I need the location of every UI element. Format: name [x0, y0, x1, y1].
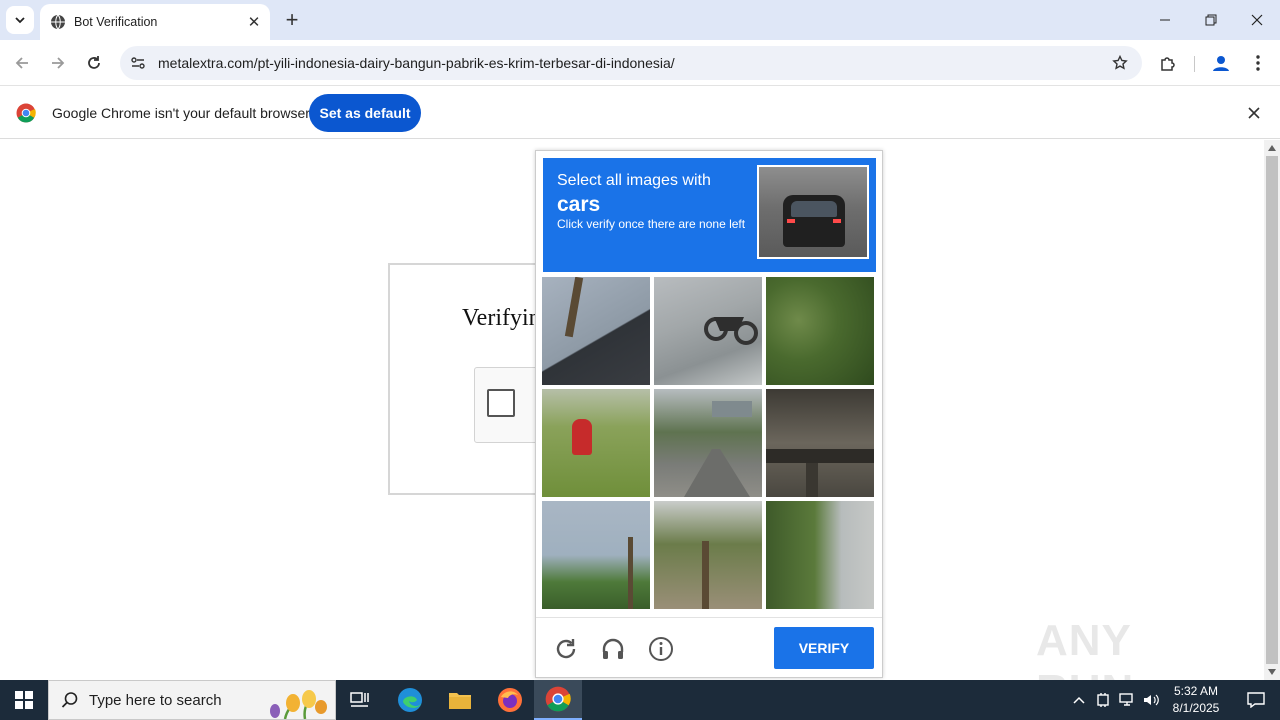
address-bar[interactable]: metalextra.com/pt-yili-indonesia-dairy-b…: [120, 46, 1142, 80]
captcha-tile-6[interactable]: [766, 389, 874, 497]
captcha-footer: VERIFY: [536, 617, 882, 677]
tab-title: Bot Verification: [74, 15, 158, 29]
info-icon[interactable]: [647, 635, 675, 663]
tulip-flowers-icon: [270, 690, 327, 719]
browser-toolbar: metalextra.com/pt-yili-indonesia-dairy-b…: [0, 40, 1280, 86]
notification-center-icon[interactable]: [1232, 680, 1280, 720]
network-icon[interactable]: [1116, 680, 1138, 720]
captcha-challenge: Select all images with cars Click verify…: [535, 150, 883, 678]
captcha-instruction: Select all images with: [557, 172, 711, 189]
tab-close-icon[interactable]: ✕: [244, 12, 264, 32]
volume-icon[interactable]: [1140, 680, 1162, 720]
tray-chevron-up-icon[interactable]: [1068, 680, 1090, 720]
verification-title: Verifyin: [462, 305, 541, 331]
scroll-down-arrow-icon[interactable]: [1264, 666, 1280, 678]
headphones-icon[interactable]: [599, 635, 627, 663]
scroll-thumb[interactable]: [1266, 156, 1278, 664]
page-scrollbar[interactable]: [1264, 140, 1280, 680]
tab-bot-verification[interactable]: Bot Verification ✕: [40, 4, 270, 40]
taskbar-search-box[interactable]: Type here to search: [48, 680, 336, 720]
captcha-hint: Click verify once there are none left: [557, 217, 746, 231]
verify-button[interactable]: VERIFY: [774, 627, 874, 669]
captcha-tile-5[interactable]: [654, 389, 762, 497]
infobar-close-icon[interactable]: [1242, 101, 1266, 125]
taskbar-clock[interactable]: 5:32 AM 8/1/2025: [1160, 683, 1232, 719]
globe-icon: [51, 14, 65, 30]
profile-avatar-icon[interactable]: [1207, 49, 1235, 77]
restore-icon[interactable]: [1188, 0, 1234, 40]
chrome-logo-icon: [16, 103, 36, 123]
captcha-checkbox[interactable]: [487, 389, 515, 417]
captcha-sample-car-image: [757, 165, 869, 259]
captcha-prompt: Select all images with cars Click verify…: [543, 158, 876, 272]
kebab-menu-icon[interactable]: [1244, 49, 1272, 77]
forward-arrow-icon[interactable]: [44, 49, 72, 77]
windows-taskbar: Type here to search 5:32 AM 8/1/2025: [0, 680, 1280, 720]
scroll-up-arrow-icon[interactable]: [1264, 142, 1280, 154]
default-browser-infobar: Google Chrome isn't your default browser…: [0, 87, 1280, 139]
taskbar-search-placeholder: Type here to search: [89, 691, 222, 709]
bookmark-star-icon[interactable]: [1106, 49, 1134, 77]
window-close-icon[interactable]: [1234, 0, 1280, 40]
chrome-taskbar-icon[interactable]: [534, 680, 582, 720]
captcha-target-label: cars: [557, 193, 601, 216]
anyrun-watermark: ANY RUN: [1036, 608, 1236, 715]
new-tab-icon[interactable]: +: [280, 8, 304, 32]
tab-search-button[interactable]: [6, 6, 34, 34]
captcha-tile-3[interactable]: [766, 277, 874, 385]
clock-time: 5:32 AM: [1173, 684, 1219, 698]
extensions-puzzle-icon[interactable]: [1154, 49, 1182, 77]
clock-date: 8/1/2025: [1172, 701, 1220, 715]
back-arrow-icon[interactable]: [8, 49, 36, 77]
captcha-tile-9[interactable]: [766, 501, 874, 609]
minimize-icon[interactable]: [1142, 0, 1188, 40]
firefox-icon[interactable]: [486, 680, 534, 720]
chevron-down-icon: [15, 17, 25, 24]
task-view-icon[interactable]: [336, 680, 384, 720]
search-icon: [61, 692, 78, 708]
toolbar-divider: [1194, 56, 1195, 72]
reload-icon[interactable]: [80, 49, 108, 77]
site-settings-icon[interactable]: [124, 49, 152, 77]
url-text: metalextra.com/pt-yili-indonesia-dairy-b…: [158, 55, 675, 71]
edge-browser-icon[interactable]: [386, 680, 434, 720]
tray-device-icon[interactable]: [1092, 680, 1114, 720]
set-as-default-button[interactable]: Set as default: [309, 94, 421, 132]
reload-challenge-icon[interactable]: [552, 635, 580, 663]
captcha-tile-8[interactable]: [654, 501, 762, 609]
windows-start-icon[interactable]: [0, 680, 48, 720]
captcha-tile-4[interactable]: [542, 389, 650, 497]
file-explorer-icon[interactable]: [436, 680, 484, 720]
captcha-tile-7[interactable]: [542, 501, 650, 609]
captcha-tile-1[interactable]: [542, 277, 650, 385]
captcha-tile-2[interactable]: [654, 277, 762, 385]
captcha-image-grid: [542, 277, 878, 613]
infobar-message: Google Chrome isn't your default browser: [52, 105, 310, 121]
tab-strip: Bot Verification ✕ +: [0, 0, 1280, 40]
